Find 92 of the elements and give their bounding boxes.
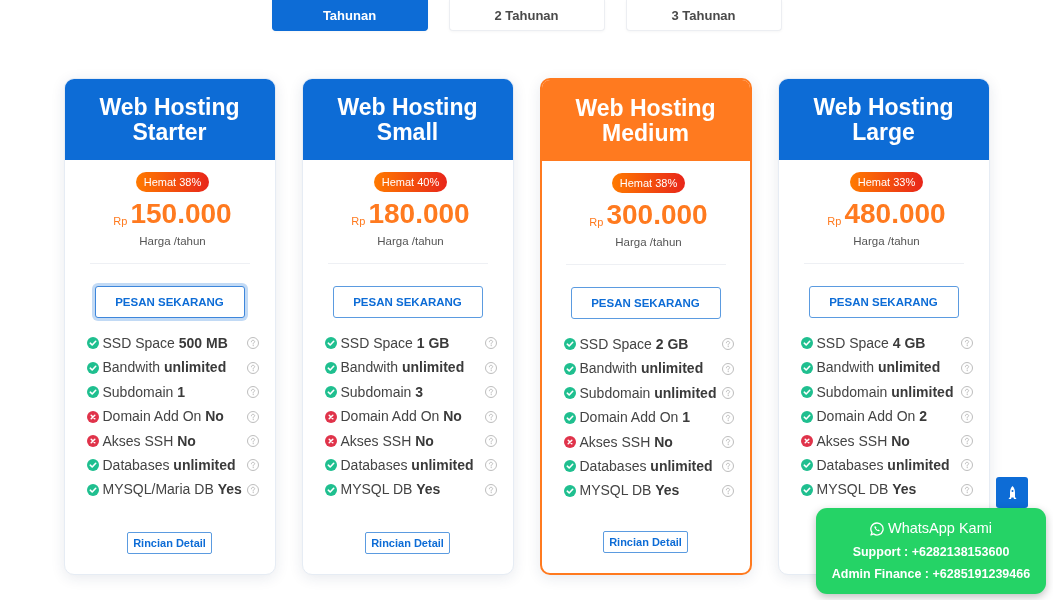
period-tab[interactable]: 2 Tahunan [448, 0, 605, 31]
help-icon [721, 338, 734, 351]
feature-text: Domain Add On No [340, 407, 463, 427]
rocket-icon [1007, 485, 1017, 500]
feature-text: Domain Add On No [102, 407, 225, 427]
price-amount: 300.000 [606, 199, 708, 231]
currency-label: Rp [827, 214, 842, 229]
order-button[interactable]: PESAN SEKARANG [808, 286, 959, 319]
price-amount: 480.000 [844, 198, 946, 230]
currency-label: Rp [589, 215, 604, 230]
feature-text: Bandwith unlimited [579, 359, 705, 379]
help-icon [246, 386, 259, 399]
help-icon [960, 337, 973, 350]
discount-badge: Hemat 33% [849, 172, 924, 192]
help-icon [960, 459, 973, 472]
feature-text: Databases unlimited [816, 455, 951, 475]
help-icon [960, 361, 973, 374]
order-button[interactable]: PESAN SEKARANG [332, 286, 483, 319]
price-amount: 150.000 [130, 198, 232, 230]
feature-text: MYSQL DB Yes [816, 480, 918, 500]
help-icon [246, 361, 259, 374]
plan-title: Web Hosting Starter [64, 79, 275, 160]
discount-badge: Hemat 38% [135, 172, 210, 192]
help-icon [484, 435, 497, 447]
whatsapp-icon [870, 522, 884, 537]
help-icon [960, 410, 973, 423]
currency-label: Rp [113, 214, 128, 229]
feature-text: Akses SSH No [340, 431, 435, 451]
help-icon [721, 387, 734, 400]
help-icon [484, 459, 497, 472]
discount-badge: Hemat 38% [611, 173, 686, 193]
feature-text: Akses SSH No [816, 431, 911, 451]
help-icon [484, 361, 497, 374]
contact-number: Support : +6282138153600 [852, 544, 1010, 562]
feature-text: Databases unlimited [579, 456, 714, 476]
feature-text: SSD Space 500 MB [102, 333, 229, 353]
feature-text: SSD Space 4 GB [816, 333, 927, 353]
period-tab[interactable]: Tahunan [271, 0, 428, 31]
period-tab[interactable]: 3 Tahunan [625, 0, 782, 31]
plan-title: Web Hosting Large [778, 79, 989, 160]
feature-text: Domain Add On 1 [579, 408, 692, 428]
feature-text: MYSQL/Maria DB Yes [102, 480, 243, 500]
feature-text: Domain Add On 2 [816, 407, 929, 427]
help-icon [721, 362, 734, 375]
help-icon [246, 483, 259, 496]
price-period: Harga /tahun [377, 234, 444, 249]
back-to-top-button[interactable] [996, 477, 1028, 508]
feature-text: MYSQL DB Yes [340, 480, 442, 500]
feature-text: MYSQL DB Yes [579, 481, 681, 501]
feature-text: Subdomain 3 [340, 382, 424, 402]
price-amount: 180.000 [368, 198, 470, 230]
feature-text: Subdomain unlimited [579, 383, 718, 403]
discount-badge: Hemat 40% [373, 172, 448, 192]
help-icon [246, 410, 259, 423]
feature-text: Bandwith unlimited [340, 358, 466, 378]
order-button[interactable]: PESAN SEKARANG [94, 286, 245, 319]
whatsapp-title: WhatsApp Kami [888, 519, 992, 539]
help-icon [246, 435, 259, 447]
help-icon [484, 410, 497, 423]
help-icon [721, 460, 734, 473]
price-period: Harga /tahun [139, 234, 206, 249]
detail-button[interactable]: Rincian Detail [603, 531, 688, 553]
help-icon [246, 337, 259, 350]
plan-title: Web Hosting Medium [541, 80, 750, 161]
contact-number: Admin Finance : +6285191239466 [831, 565, 1031, 583]
help-icon [721, 411, 734, 424]
help-icon [246, 459, 259, 472]
feature-text: Databases unlimited [340, 455, 475, 475]
feature-text: SSD Space 2 GB [579, 334, 690, 354]
feature-text: Akses SSH No [102, 431, 197, 451]
help-icon [484, 337, 497, 350]
feature-text: Subdomain unlimited [816, 382, 955, 402]
help-icon [721, 436, 734, 448]
feature-text: Bandwith unlimited [102, 358, 228, 378]
detail-button[interactable]: Rincian Detail [127, 532, 212, 554]
help-icon [960, 435, 973, 447]
price-period: Harga /tahun [615, 235, 682, 250]
currency-label: Rp [351, 214, 366, 229]
feature-text: Bandwith unlimited [816, 358, 942, 378]
help-icon [484, 386, 497, 399]
help-icon [960, 386, 973, 399]
feature-text: Subdomain 1 [102, 382, 186, 402]
detail-button[interactable]: Rincian Detail [365, 532, 450, 554]
help-icon [484, 483, 497, 496]
help-icon [960, 483, 973, 496]
help-icon [721, 484, 734, 497]
feature-text: SSD Space 1 GB [340, 333, 451, 353]
order-button[interactable]: PESAN SEKARANG [570, 287, 721, 320]
feature-text: Akses SSH No [579, 432, 674, 452]
feature-text: Databases unlimited [102, 455, 237, 475]
price-period: Harga /tahun [853, 234, 920, 249]
plan-title: Web Hosting Small [302, 79, 513, 160]
